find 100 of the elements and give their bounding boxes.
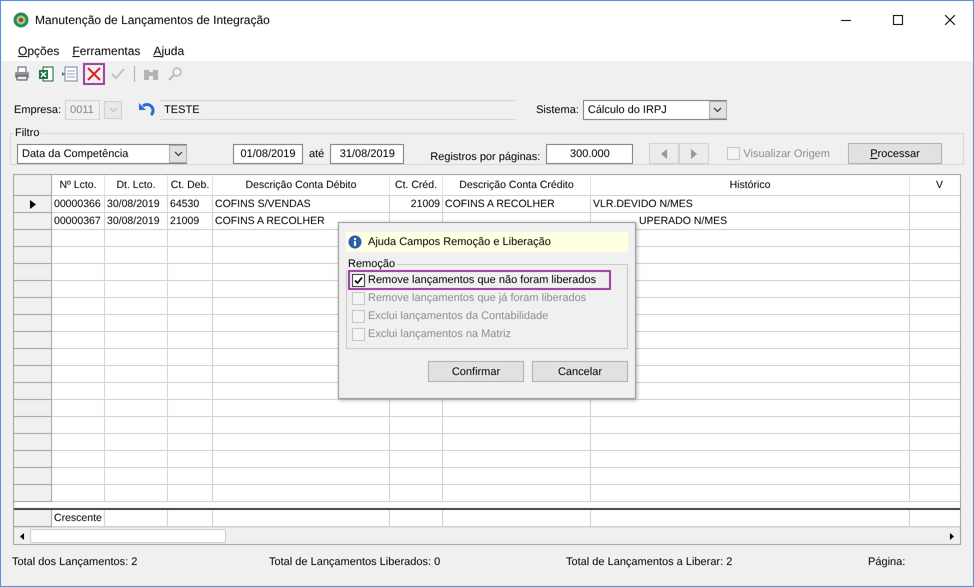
notepad-icon xyxy=(62,66,78,82)
table-cell: 64530 xyxy=(168,196,213,213)
table-cell xyxy=(52,383,105,400)
table-cell xyxy=(390,434,443,451)
left-arrow-icon xyxy=(20,532,24,540)
right-arrow-icon xyxy=(950,532,954,540)
table-cell xyxy=(52,264,105,281)
delete-icon xyxy=(87,67,101,81)
column-header[interactable]: Descrição Conta Débito xyxy=(213,175,390,196)
menu-item[interactable]: Ajuda xyxy=(153,44,184,58)
table-cell xyxy=(105,230,168,247)
table-cell xyxy=(52,485,105,502)
table-cell xyxy=(168,468,213,485)
group-title: Remoção xyxy=(347,258,396,270)
table-cell xyxy=(168,485,213,502)
chevron-icon xyxy=(174,150,182,156)
table-cell xyxy=(52,400,105,417)
table-cell: 21009 xyxy=(168,213,213,230)
column-header[interactable]: Descrição Conta Crédito xyxy=(443,175,591,196)
next-page-button[interactable] xyxy=(679,143,710,164)
checkmark-icon xyxy=(110,66,126,82)
table-cell xyxy=(52,417,105,434)
table-cell: COFINS S/VENDAS xyxy=(213,196,390,213)
table-cell: VLR.DEVIDO N/MES xyxy=(591,196,910,213)
close-icon xyxy=(945,14,955,24)
table-cell xyxy=(168,400,213,417)
group-title: Filtro xyxy=(14,127,40,139)
table-cell: 00000367 xyxy=(52,213,105,230)
table-cell xyxy=(105,383,168,400)
chevron-icon xyxy=(713,107,722,113)
table-cell: 00000366 xyxy=(52,196,105,213)
table-cell xyxy=(105,468,168,485)
row-pointer-icon xyxy=(30,200,36,208)
dropdown-button[interactable] xyxy=(708,101,727,119)
table-cell xyxy=(52,434,105,451)
table-cell xyxy=(390,417,443,434)
menu-item[interactable]: Opções xyxy=(18,44,60,58)
table-cell xyxy=(390,451,443,468)
column-header[interactable]: Ct. Deb. xyxy=(168,175,213,196)
window-title: Manutenção de Lançamentos de Integração xyxy=(35,12,271,26)
status-text: Total de Lançamentos a Liberar: 2 xyxy=(566,556,732,568)
table-cell xyxy=(52,298,105,315)
right-arrow-icon xyxy=(691,148,698,158)
end-date-field[interactable]: 31/08/2019 xyxy=(330,144,404,164)
field-label: Empresa: xyxy=(14,104,62,116)
scrollbar-thumb[interactable] xyxy=(30,529,226,543)
column-header[interactable]: Histórico xyxy=(591,175,910,196)
table-cell xyxy=(105,281,168,298)
horizontal-scrollbar[interactable] xyxy=(14,527,960,544)
table-cell xyxy=(105,315,168,332)
table-cell xyxy=(390,400,443,417)
table-cell xyxy=(105,434,168,451)
table-cell xyxy=(52,315,105,332)
previous-page-button[interactable] xyxy=(649,143,680,164)
delete-button[interactable] xyxy=(83,63,105,85)
status-text: Total dos Lançamentos: 2 xyxy=(12,556,138,568)
start-date-field[interactable]: 01/08/2019 xyxy=(233,144,303,164)
printer-icon xyxy=(14,66,30,82)
table-cell xyxy=(105,298,168,315)
table-cell xyxy=(168,417,213,434)
company-name-field[interactable]: TESTE xyxy=(160,100,516,120)
table-cell xyxy=(52,230,105,247)
table-cell xyxy=(52,349,105,366)
column-header[interactable]: Nº Lcto. xyxy=(52,175,105,196)
table-cell xyxy=(105,366,168,383)
left-arrow-icon xyxy=(661,148,668,158)
filter-select[interactable]: Data da Competência xyxy=(17,144,187,164)
column-header[interactable]: Ct. Créd. xyxy=(390,175,443,196)
app-logo-icon xyxy=(13,12,29,28)
table-cell xyxy=(52,366,105,383)
magnifier-icon xyxy=(167,66,183,82)
status-text: Página: xyxy=(868,556,906,568)
until-label: até xyxy=(309,148,324,160)
table-cell xyxy=(52,332,105,349)
option-checkbox[interactable]: Remove lançamentos que não foram liberados xyxy=(350,272,609,288)
column-header[interactable]: Dt. Lcto. xyxy=(105,175,168,196)
table-cell: 21009 xyxy=(390,196,443,213)
records-per-page-field[interactable]: 300.000 xyxy=(546,144,634,164)
dialog-button[interactable]: Cancelar xyxy=(532,361,628,382)
table-cell: 30/08/2019 xyxy=(105,213,168,230)
table-cell xyxy=(168,451,213,468)
process-button[interactable]: Processar xyxy=(848,143,942,164)
status-text: Total de Lançamentos Liberados: 0 xyxy=(269,556,440,568)
dialog-button[interactable]: Confirmar xyxy=(428,361,524,382)
maximize-icon xyxy=(893,14,903,24)
table-cell: COFINS A RECOLHER xyxy=(443,196,591,213)
table-cell xyxy=(168,434,213,451)
table-cell xyxy=(105,485,168,502)
menu-item[interactable]: Ferramentas xyxy=(72,44,140,58)
chevron-icon xyxy=(108,107,118,113)
dialog-title: Ajuda Campos Remoção e Liberação xyxy=(368,236,551,248)
info-icon xyxy=(348,235,362,249)
table-cell xyxy=(105,400,168,417)
field-label: Registros por páginas: xyxy=(430,150,540,162)
row-header[interactable] xyxy=(14,196,52,213)
table-cell xyxy=(390,468,443,485)
system-select[interactable]: Cálculo do IRPJ xyxy=(582,100,727,120)
dropdown-button[interactable] xyxy=(169,144,187,162)
table-cell xyxy=(105,332,168,349)
table-cell xyxy=(105,247,168,264)
